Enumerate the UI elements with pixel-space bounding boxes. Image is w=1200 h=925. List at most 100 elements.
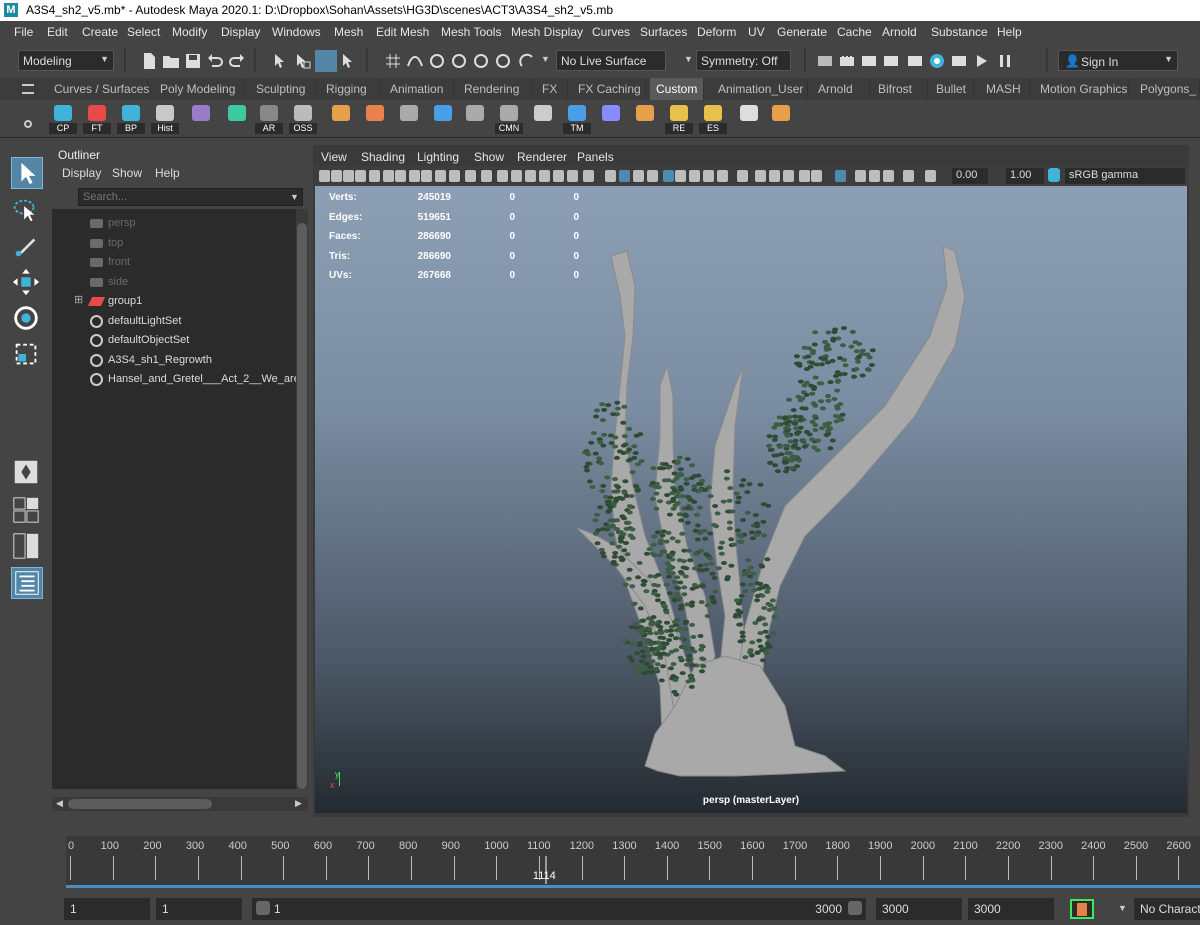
viewport-toolbar-icon[interactable] <box>481 170 492 182</box>
viewport-toolbar-icon[interactable] <box>903 170 914 182</box>
scroll-thumb[interactable] <box>297 223 307 789</box>
viewport-menu-renderer[interactable]: Renderer <box>517 150 567 164</box>
snap-grid-icon[interactable] <box>384 52 402 70</box>
menu-help[interactable]: Help <box>997 25 1022 39</box>
select-hierarchy-icon[interactable] <box>272 52 290 70</box>
shelf-tab-animation-user[interactable]: Animation_User <box>712 78 808 100</box>
viewport-toolbar-icon[interactable] <box>835 170 846 182</box>
viewport-toolbar-icon[interactable] <box>633 170 644 182</box>
shelf-button-tool-21[interactable] <box>766 102 796 134</box>
four-view-layout-button[interactable] <box>11 495 43 527</box>
viewport-toolbar-icon[interactable] <box>449 170 460 182</box>
viewport-toolbar-icon[interactable] <box>539 170 550 182</box>
shelf-button-cmn[interactable]: CMN <box>494 102 524 134</box>
sign-in-dropdown[interactable]: 👤 Sign In ▼ <box>1058 50 1178 71</box>
viewport-toolbar-icon[interactable] <box>799 170 810 182</box>
menu-select[interactable]: Select <box>127 25 160 39</box>
anim-start-field[interactable]: 1 <box>156 898 242 920</box>
start-time-field[interactable]: 1 <box>64 898 150 920</box>
view-transform-field[interactable]: sRGB gamma <box>1065 168 1185 184</box>
outliner-vertical-scrollbar[interactable] <box>296 209 308 789</box>
viewport-toolbar-icon[interactable] <box>605 170 616 182</box>
menu-uv[interactable]: UV <box>748 25 765 39</box>
shelf-gear-icon[interactable] <box>24 120 32 128</box>
render-settings-icon[interactable] <box>906 52 924 70</box>
viewport-menu-show[interactable]: Show <box>474 150 504 164</box>
shelf-tab-polygons-[interactable]: Polygons_ <box>1134 78 1200 100</box>
menu-create[interactable]: Create <box>82 25 118 39</box>
menu-generate[interactable]: Generate <box>777 25 827 39</box>
scale-tool[interactable] <box>11 339 43 371</box>
menu-edit-mesh[interactable]: Edit Mesh <box>376 25 429 39</box>
viewport-toolbar-icon[interactable] <box>567 170 578 182</box>
scroll-thumb[interactable] <box>68 799 212 809</box>
save-scene-icon[interactable] <box>184 52 202 70</box>
shelf-button-tool-5[interactable] <box>222 102 252 134</box>
viewport-toolbar-icon[interactable] <box>717 170 728 182</box>
menu-edit[interactable]: Edit <box>47 25 68 39</box>
viewport-toolbar-icon[interactable] <box>409 170 420 182</box>
viewport-toolbar-icon[interactable] <box>511 170 522 182</box>
viewport-toolbar-icon[interactable] <box>855 170 866 182</box>
move-tool[interactable] <box>11 267 43 299</box>
hypershade-icon[interactable] <box>928 52 946 70</box>
shelf-tab-motion-graphics[interactable]: Motion Graphics <box>1034 78 1130 100</box>
symmetry-dropdown[interactable]: Symmetry: Off <box>696 50 791 71</box>
shelf-button-tool-20[interactable] <box>734 102 764 134</box>
playblast-icon[interactable] <box>974 52 992 70</box>
shelf-button-tm[interactable]: TM <box>562 102 592 134</box>
shelf-button-cp[interactable]: CP <box>48 102 78 134</box>
menu-mesh-display[interactable]: Mesh Display <box>511 25 583 39</box>
anim-end-field[interactable]: 3000 <box>968 898 1054 920</box>
viewport-toolbar-icon[interactable] <box>355 170 366 182</box>
input-ops-icon[interactable] <box>816 52 834 70</box>
viewport-toolbar-icon[interactable] <box>553 170 564 182</box>
menu-mesh-tools[interactable]: Mesh Tools <box>441 25 501 39</box>
menu-deform[interactable]: Deform <box>697 25 736 39</box>
outliner-layout-button[interactable] <box>11 567 43 599</box>
end-time-field[interactable]: 3000 <box>876 898 962 920</box>
viewport-toolbar-icon[interactable] <box>647 170 658 182</box>
outliner-menu-help[interactable]: Help <box>155 166 180 180</box>
outliner-horizontal-scrollbar[interactable]: ◀ ▶ <box>52 797 308 811</box>
viewport-toolbar-icon[interactable] <box>663 170 674 182</box>
viewport-toolbar-icon[interactable] <box>435 170 446 182</box>
viewport-toolbar-icon[interactable] <box>811 170 822 182</box>
viewport-toolbar-icon[interactable] <box>331 170 342 182</box>
shelf-button-tool-4[interactable] <box>186 102 216 134</box>
character-set-field[interactable]: No Characte <box>1134 898 1200 920</box>
open-scene-icon[interactable] <box>162 52 180 70</box>
shelf-button-ft[interactable]: FT <box>82 102 112 134</box>
snap-together-icon[interactable] <box>518 52 536 70</box>
snap-curve-icon[interactable] <box>406 52 424 70</box>
viewport-toolbar-icon[interactable] <box>465 170 476 182</box>
undo-icon[interactable] <box>206 52 224 70</box>
live-surface-field[interactable]: No Live Surface <box>556 50 666 71</box>
shelf-button-tool-17[interactable] <box>630 102 660 134</box>
viewport-toolbar-icon[interactable] <box>383 170 394 182</box>
shelf-button-tool-11[interactable] <box>428 102 458 134</box>
shelf-tab-arnold[interactable]: Arnold <box>812 78 870 100</box>
shelf-button-re[interactable]: RE <box>664 102 694 134</box>
viewport-toolbar-icon[interactable] <box>319 170 330 182</box>
exposure-field[interactable]: 0.00 <box>952 168 988 184</box>
viewport-toolbar-icon[interactable] <box>395 170 406 182</box>
viewport-toolbar-icon[interactable] <box>421 170 432 182</box>
shelf-tab-custom[interactable]: Custom <box>650 78 704 100</box>
viewport-toolbar-icon[interactable] <box>619 170 630 182</box>
viewport-menu-shading[interactable]: Shading <box>361 150 405 164</box>
gamma-field[interactable]: 1.00 <box>1006 168 1044 184</box>
viewport-menu-panels[interactable]: Panels <box>577 150 614 164</box>
viewport-menu-lighting[interactable]: Lighting <box>417 150 459 164</box>
viewport-menu-view[interactable]: View <box>321 150 347 164</box>
shelf-button-tool-12[interactable] <box>460 102 490 134</box>
shelf-button-tool-9[interactable] <box>360 102 390 134</box>
arnold-render-icon[interactable] <box>950 52 968 70</box>
select-component-button[interactable] <box>315 50 337 72</box>
viewport-toolbar-icon[interactable] <box>755 170 766 182</box>
viewport-toolbar-icon[interactable] <box>525 170 536 182</box>
lasso-select-icon[interactable] <box>340 52 358 70</box>
snap-view-plane-icon[interactable] <box>450 52 468 70</box>
shelf-button-tool-16[interactable] <box>596 102 626 134</box>
shelf-tab-mash[interactable]: MASH <box>980 78 1030 100</box>
